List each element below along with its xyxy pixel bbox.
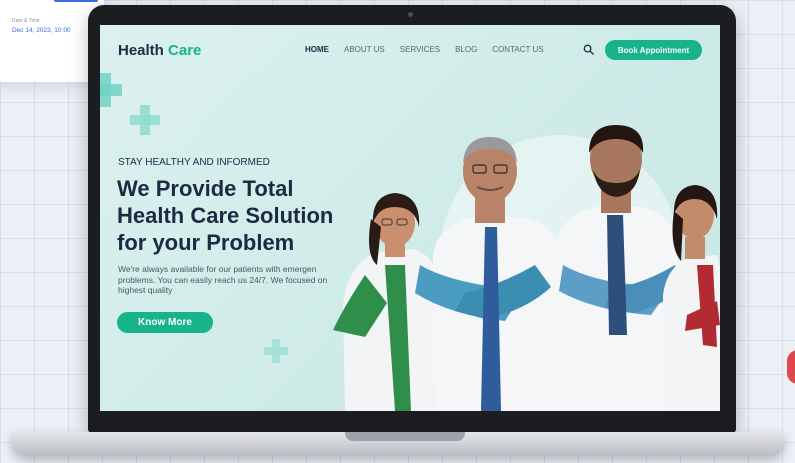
laptop-screen: Health Care HOME ABOUT US SERVICES BLOG … xyxy=(100,25,720,411)
logo-accent-text: Care xyxy=(168,42,202,59)
nav-home[interactable]: HOME xyxy=(305,45,329,54)
medical-cross-icon xyxy=(130,105,160,135)
card-accent-bar xyxy=(54,0,98,2)
logo-text: Health xyxy=(118,42,164,59)
laptop-notch xyxy=(345,432,465,441)
nav-services[interactable]: SERVICES xyxy=(400,45,440,54)
book-appointment-button[interactable]: Book Appointment xyxy=(605,40,702,60)
nav-contact-us[interactable]: CONTACT US xyxy=(492,45,543,54)
doctor-4 xyxy=(663,185,720,411)
nav-about-us[interactable]: ABOUT US xyxy=(344,45,385,54)
laptop-base xyxy=(12,432,784,456)
doctor-2 xyxy=(415,137,565,411)
doctor-1 xyxy=(333,193,447,411)
nav-blog[interactable]: BLOG xyxy=(455,45,477,54)
medical-cross-icon xyxy=(264,339,288,363)
site-logo[interactable]: Health Care xyxy=(118,42,201,59)
main-nav: HOME ABOUT US SERVICES BLOG CONTACT US xyxy=(305,45,544,54)
search-icon[interactable] xyxy=(583,44,594,55)
medical-cross-icon xyxy=(100,73,122,107)
doctors-photo xyxy=(333,125,720,411)
red-badge xyxy=(787,350,795,384)
camera-icon xyxy=(408,12,413,17)
hero-description: We're always available for our patients … xyxy=(118,264,328,295)
know-more-button[interactable]: Know More xyxy=(117,312,213,333)
hero-tagline: STAY HEALTHY AND INFORMED xyxy=(118,157,270,168)
